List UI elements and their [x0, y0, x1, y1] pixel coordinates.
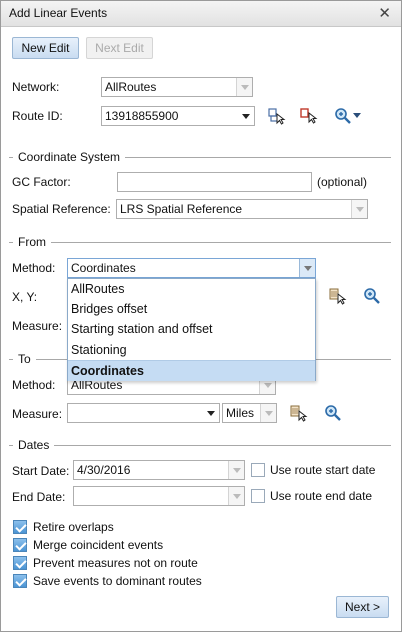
gc-factor-label: GC Factor: [12, 175, 71, 189]
use-route-end-date-label: Use route end date [270, 489, 373, 503]
units-value: Miles [226, 406, 255, 420]
dropdown-option[interactable]: Starting station and offset [68, 319, 315, 340]
from-method-select[interactable]: Coordinates [67, 258, 316, 278]
use-route-start-date-label: Use route start date [270, 463, 376, 477]
pick-coordinates-icon[interactable] [328, 286, 348, 306]
route-id-label: Route ID: [12, 109, 63, 123]
from-xy-label: X, Y: [12, 290, 38, 304]
dropdown-option[interactable]: Bridges offset [68, 299, 315, 320]
spatial-reference-value: LRS Spatial Reference [120, 202, 243, 216]
select-route-cursor-icon[interactable] [299, 106, 319, 126]
from-method-value: Coordinates [71, 261, 136, 275]
coordinate-system-heading: Coordinate System [13, 150, 126, 164]
network-select[interactable]: AllRoutes [101, 77, 253, 97]
dropdown-option-selected[interactable]: Coordinates [68, 360, 315, 381]
use-route-end-date-checkbox[interactable] [251, 489, 265, 503]
chevron-down-icon [236, 78, 252, 96]
end-date-input[interactable] [73, 486, 245, 506]
from-method-label: Method: [12, 261, 56, 275]
add-linear-events-panel: Add Linear Events ✕ New Edit Next Edit N… [0, 0, 402, 632]
from-section: From [9, 235, 391, 249]
select-route-on-map-icon[interactable] [267, 106, 287, 126]
merge-coincident-events-checkbox[interactable] [13, 538, 27, 552]
zoom-to-icon[interactable] [323, 403, 343, 423]
chevron-down-icon [260, 404, 276, 422]
chevron-down-icon [228, 487, 244, 505]
start-date-input[interactable]: 4/30/2016 [73, 460, 245, 480]
network-label: Network: [12, 80, 60, 94]
to-measure-input[interactable] [67, 403, 220, 423]
next-edit-button[interactable]: Next Edit [86, 37, 153, 59]
coordinate-system-section: Coordinate System [9, 150, 391, 164]
spatial-reference-label: Spatial Reference: [12, 202, 111, 216]
zoom-to-icon[interactable] [333, 106, 353, 126]
chevron-down-icon[interactable] [351, 109, 363, 121]
to-method-label: Method: [12, 378, 56, 392]
dropdown-option[interactable]: Stationing [68, 340, 315, 361]
start-date-value: 4/30/2016 [77, 463, 131, 477]
pick-measure-icon[interactable] [289, 403, 309, 423]
window-title: Add Linear Events [9, 6, 108, 20]
dates-heading: Dates [13, 438, 55, 452]
title-bar: Add Linear Events ✕ [1, 1, 401, 27]
from-heading: From [13, 235, 51, 249]
next-button[interactable]: Next > [336, 596, 389, 618]
from-measure-label: Measure: [12, 319, 63, 333]
end-date-label: End Date: [12, 490, 66, 504]
dates-section: Dates [9, 438, 391, 452]
to-heading: To [13, 352, 36, 366]
network-value: AllRoutes [105, 80, 157, 94]
merge-coincident-events-label: Merge coincident events [33, 538, 164, 552]
zoom-to-icon[interactable] [362, 286, 382, 306]
prevent-measures-checkbox[interactable] [13, 556, 27, 570]
route-id-select[interactable]: 13918855900 [101, 106, 255, 126]
close-icon[interactable]: ✕ [378, 4, 391, 22]
new-edit-button[interactable]: New Edit [12, 37, 79, 59]
chevron-down-icon [299, 259, 315, 277]
save-to-dominant-routes-label: Save events to dominant routes [33, 574, 202, 588]
retire-overlaps-label: Retire overlaps [33, 520, 114, 534]
chevron-down-icon [238, 107, 254, 125]
from-method-dropdown: AllRoutes Bridges offset Starting statio… [67, 278, 316, 381]
retire-overlaps-checkbox[interactable] [13, 520, 27, 534]
save-to-dominant-routes-checkbox[interactable] [13, 574, 27, 588]
dropdown-option[interactable]: AllRoutes [68, 279, 315, 300]
spatial-reference-select[interactable]: LRS Spatial Reference [116, 199, 368, 219]
chevron-down-icon [203, 404, 219, 422]
chevron-down-icon [228, 461, 244, 479]
gc-factor-input[interactable] [117, 172, 312, 192]
start-date-label: Start Date: [12, 464, 70, 478]
use-route-start-date-checkbox[interactable] [251, 463, 265, 477]
gc-factor-hint: (optional) [317, 175, 368, 189]
to-measure-label: Measure: [12, 407, 63, 421]
chevron-down-icon [351, 200, 367, 218]
units-select[interactable]: Miles [222, 403, 277, 423]
route-id-value: 13918855900 [105, 109, 179, 123]
prevent-measures-label: Prevent measures not on route [33, 556, 198, 570]
